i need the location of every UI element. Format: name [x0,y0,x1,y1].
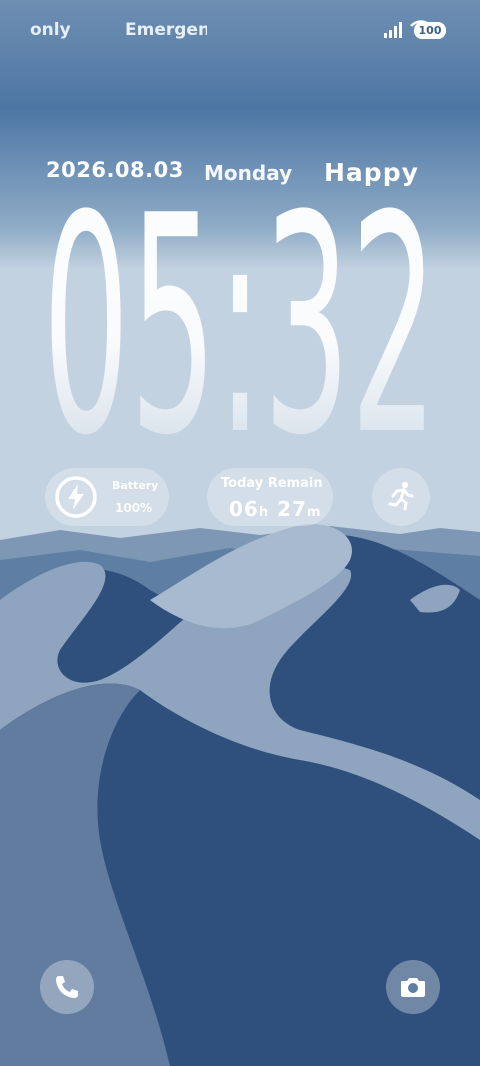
battery-icon: 100 [414,22,446,39]
activity-widget[interactable] [372,468,430,526]
battery-widget-value: 100% [115,501,153,515]
running-icon [388,481,414,511]
clock-time: 05:32 [43,180,438,440]
today-remain-value: 06h 27m [229,497,321,521]
carrier-label: only [30,20,70,40]
battery-widget[interactable]: Battery 100% [45,468,169,526]
signal-icon [384,22,402,38]
bolt-icon [55,476,97,518]
clock: 05:32 [43,180,438,440]
emergency-label: Emergency [125,20,207,40]
battery-widget-label: Battery [112,479,159,492]
remain-hours-unit: h [258,505,270,520]
camera-shortcut-button[interactable] [386,960,440,1014]
camera-icon [401,978,425,997]
phone-icon [56,976,78,998]
remain-minutes: 27 [277,497,307,521]
today-remain-widget[interactable]: Today Remain 06h 27m [207,468,333,526]
remain-minutes-unit: m [306,505,322,520]
remain-hours: 06 [229,497,259,521]
status-bar: only Emergency 100 [0,0,480,60]
phone-shortcut-button[interactable] [40,960,94,1014]
today-remain-label: Today Remain [221,476,323,491]
date-label: 2026.08.03 [46,158,184,182]
